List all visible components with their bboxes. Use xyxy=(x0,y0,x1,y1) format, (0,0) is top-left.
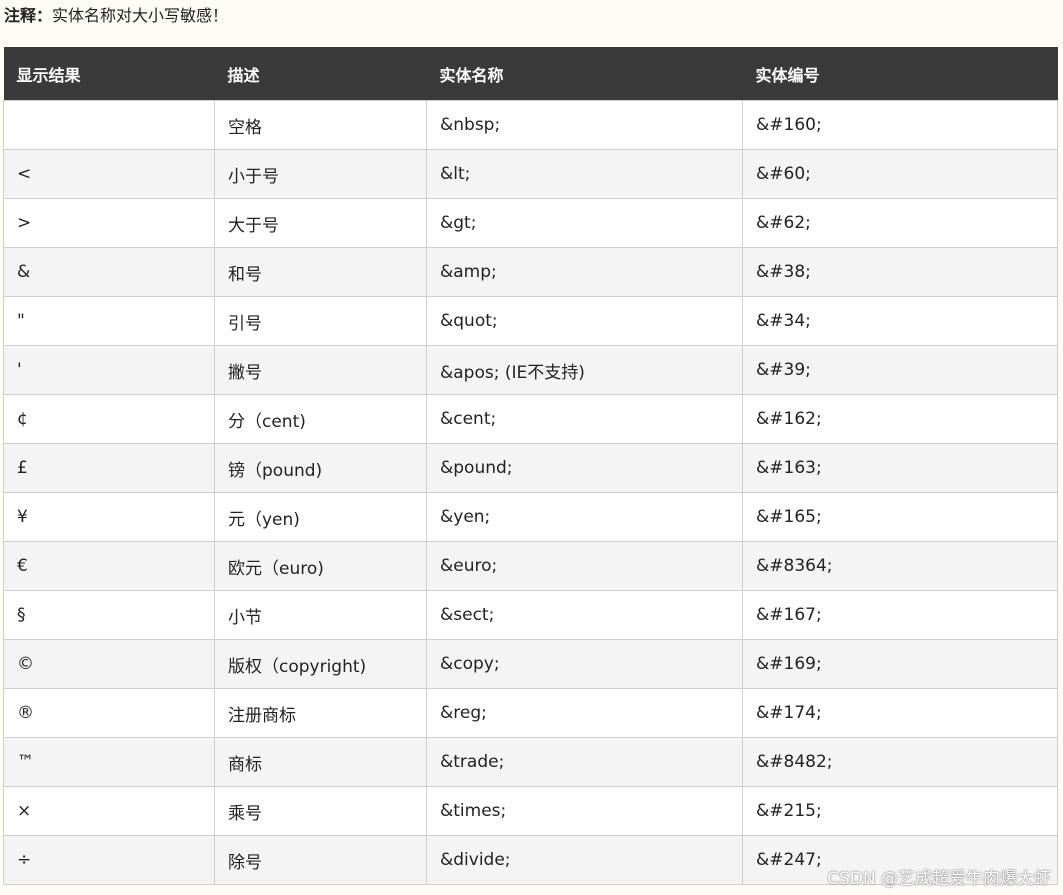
cell-entity-number: &#8364; xyxy=(742,541,1058,591)
cell-entity-name: &quot; xyxy=(426,296,743,346)
table-row: £ 镑（pound) &pound; &#163; xyxy=(3,443,1058,493)
table-row: ™ 商标 &trade; &#8482; xyxy=(3,737,1058,787)
cell-description: 空格 xyxy=(214,100,427,150)
cell-display-result: ' xyxy=(3,345,215,395)
cell-entity-number: &#163; xyxy=(742,443,1058,493)
cell-entity-number: &#38; xyxy=(742,247,1058,297)
cell-entity-name: &divide; xyxy=(426,835,743,885)
cell-description: 注册商标 xyxy=(214,688,427,738)
table-row: ¢ 分（cent) &cent; &#162; xyxy=(3,394,1058,444)
cell-entity-number: &#167; xyxy=(742,590,1058,640)
cell-description: 镑（pound) xyxy=(214,443,427,493)
header-display-result: 显示结果 xyxy=(3,47,215,101)
note-text: 实体名称对大小写敏感！ xyxy=(52,6,229,25)
case-sensitivity-note: 注释：实体名称对大小写敏感！ xyxy=(4,4,228,28)
cell-entity-number: &#165; xyxy=(742,492,1058,542)
cell-description: 分（cent) xyxy=(214,394,427,444)
table-row: & 和号 &amp; &#38; xyxy=(3,247,1058,297)
csdn-watermark: CSDN @艺成超爱牛肉爆大虾 xyxy=(827,869,1051,889)
cell-description: 元（yen) xyxy=(214,492,427,542)
cell-entity-name: &sect; xyxy=(426,590,743,640)
header-entity-name: 实体名称 xyxy=(426,47,743,101)
cell-entity-number: &#174; xyxy=(742,688,1058,738)
cell-entity-name: &lt; xyxy=(426,149,743,199)
table-row: ' 撇号 &apos; (IE不支持) &#39; xyxy=(3,345,1058,395)
cell-entity-name: &nbsp; xyxy=(426,100,743,150)
cell-display-result: § xyxy=(3,590,215,640)
cell-entity-name: &yen; xyxy=(426,492,743,542)
cell-display-result: ™ xyxy=(3,737,215,787)
table-row: > 大于号 &gt; &#62; xyxy=(3,198,1058,248)
cell-entity-name: &copy; xyxy=(426,639,743,689)
cell-entity-name: &cent; xyxy=(426,394,743,444)
cell-description: 除号 xyxy=(214,835,427,885)
cell-description: 小节 xyxy=(214,590,427,640)
cell-display-result: © xyxy=(3,639,215,689)
table-row: × 乘号 &times; &#215; xyxy=(3,786,1058,836)
cell-display-result: ® xyxy=(3,688,215,738)
cell-entity-name: &times; xyxy=(426,786,743,836)
cell-description: 欧元（euro) xyxy=(214,541,427,591)
cell-display-result: " xyxy=(3,296,215,346)
cell-display-result xyxy=(3,100,215,150)
cell-display-result: & xyxy=(3,247,215,297)
cell-entity-name: &gt; xyxy=(426,198,743,248)
cell-display-result: € xyxy=(3,541,215,591)
cell-description: 乘号 xyxy=(214,786,427,836)
cell-entity-name: &apos; (IE不支持) xyxy=(426,345,743,395)
table-row: ® 注册商标 &reg; &#174; xyxy=(3,688,1058,738)
table-row: " 引号 &quot; &#34; xyxy=(3,296,1058,346)
cell-entity-number: &#162; xyxy=(742,394,1058,444)
table-row: ¥ 元（yen) &yen; &#165; xyxy=(3,492,1058,542)
cell-entity-number: &#169; xyxy=(742,639,1058,689)
cell-description: 小于号 xyxy=(214,149,427,199)
cell-entity-name: &reg; xyxy=(426,688,743,738)
cell-entity-name: &trade; xyxy=(426,737,743,787)
cell-description: 商标 xyxy=(214,737,427,787)
header-entity-number: 实体编号 xyxy=(742,47,1058,101)
cell-entity-number: &#8482; xyxy=(742,737,1058,787)
cell-entity-name: &euro; xyxy=(426,541,743,591)
cell-display-result: ¢ xyxy=(3,394,215,444)
cell-display-result: £ xyxy=(3,443,215,493)
cell-description: 和号 xyxy=(214,247,427,297)
cell-display-result: > xyxy=(3,198,215,248)
table-row: < 小于号 &lt; &#60; xyxy=(3,149,1058,199)
cell-description: 引号 xyxy=(214,296,427,346)
cell-entity-number: &#39; xyxy=(742,345,1058,395)
table-row: € 欧元（euro) &euro; &#8364; xyxy=(3,541,1058,591)
cell-description: 撇号 xyxy=(214,345,427,395)
html-entity-table: 显示结果 描述 实体名称 实体编号 空格 &nbsp; &#160; < 小于号… xyxy=(3,47,1058,885)
note-label: 注释： xyxy=(4,6,53,25)
cell-display-result: < xyxy=(3,149,215,199)
table-row: § 小节 &sect; &#167; xyxy=(3,590,1058,640)
header-description: 描述 xyxy=(214,47,427,101)
cell-entity-name: &pound; xyxy=(426,443,743,493)
table-row: © 版权（copyright) &copy; &#169; xyxy=(3,639,1058,689)
cell-description: 大于号 xyxy=(214,198,427,248)
cell-entity-name: &amp; xyxy=(426,247,743,297)
table-row: 空格 &nbsp; &#160; xyxy=(3,100,1058,150)
cell-display-result: ¥ xyxy=(3,492,215,542)
cell-entity-number: &#160; xyxy=(742,100,1058,150)
cell-entity-number: &#215; xyxy=(742,786,1058,836)
cell-entity-number: &#62; xyxy=(742,198,1058,248)
cell-entity-number: &#60; xyxy=(742,149,1058,199)
table-header-row: 显示结果 描述 实体名称 实体编号 xyxy=(3,47,1058,101)
cell-display-result: × xyxy=(3,786,215,836)
cell-description: 版权（copyright) xyxy=(214,639,427,689)
cell-display-result: ÷ xyxy=(3,835,215,885)
cell-entity-number: &#34; xyxy=(742,296,1058,346)
